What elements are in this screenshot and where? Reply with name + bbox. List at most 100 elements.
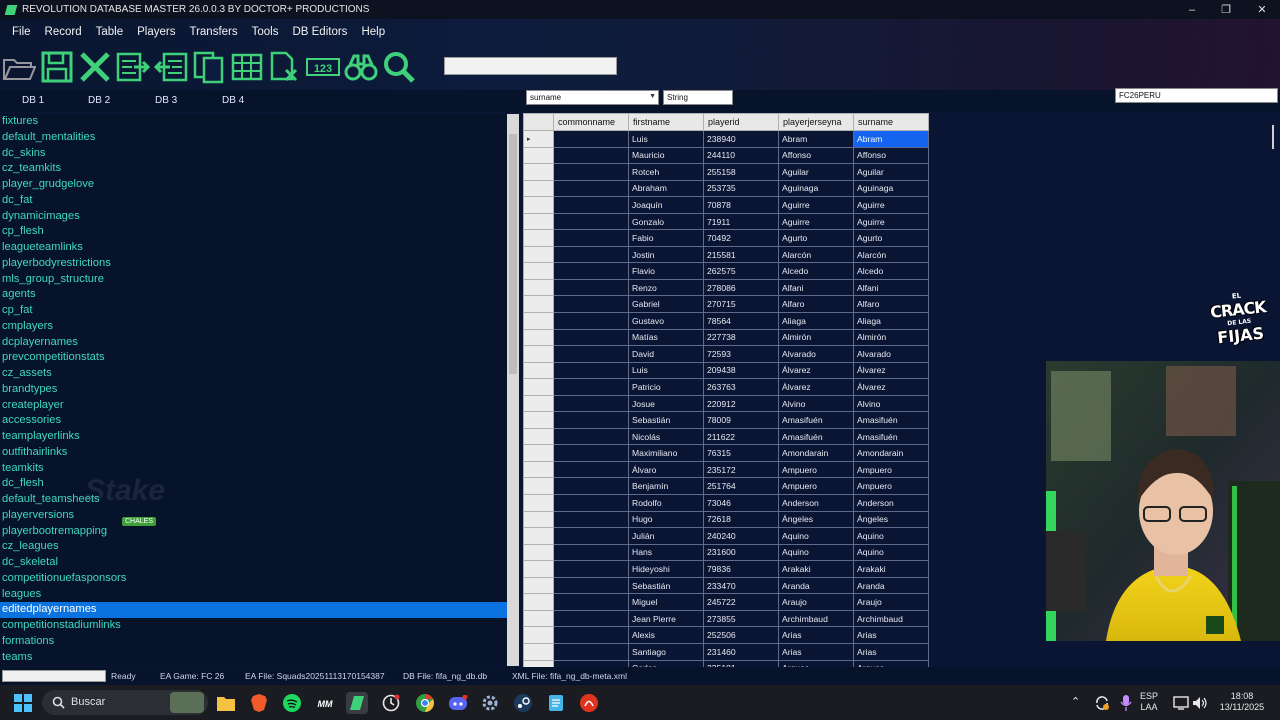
grid-cell-playerid[interactable]: 70492 xyxy=(703,229,779,247)
table-row[interactable]: Renzo 278086 Alfani Alfani xyxy=(523,278,929,297)
row-header[interactable] xyxy=(523,444,554,462)
grid-cell-commonname[interactable] xyxy=(553,460,629,479)
table-row[interactable]: Hugo 72618 Ángeles Ángeles xyxy=(523,510,929,529)
rdbm-app-icon[interactable] xyxy=(346,692,368,714)
table-row[interactable]: Fabio 70492 Agurto Agurto xyxy=(523,229,929,247)
grid-cell-playerjerseyna[interactable]: Aguilar xyxy=(778,163,854,181)
grid-cell-playerid[interactable]: 78564 xyxy=(703,312,779,330)
grid-cell-commonname[interactable] xyxy=(553,477,629,496)
menu-record[interactable]: Record xyxy=(38,26,89,38)
grid-cell-playerjerseyna[interactable]: Alcedo xyxy=(778,262,854,280)
table-list-item[interactable]: cz_leagues xyxy=(0,539,507,555)
grid-cell-surname[interactable]: Amasifuén xyxy=(853,411,929,429)
table-list-item[interactable]: prevcompetitionstats xyxy=(0,350,507,366)
row-header[interactable] xyxy=(523,328,554,347)
grid-cell-playerjerseyna[interactable]: Arias xyxy=(778,642,854,661)
table-row[interactable]: Flavio 262575 Alcedo Alcedo xyxy=(523,262,929,280)
menu-table[interactable]: Table xyxy=(89,26,131,38)
grid-cell-firstname[interactable]: Nicolás xyxy=(628,427,704,446)
numbers-icon[interactable]: 123 xyxy=(304,47,342,87)
grid-cell-surname[interactable]: Aranda xyxy=(853,576,929,595)
grid-cell-playerid[interactable]: 76315 xyxy=(703,444,779,462)
discord-icon[interactable] xyxy=(447,692,469,714)
grid-cell-playerjerseyna[interactable]: Abram xyxy=(778,130,854,148)
grid-cell-surname[interactable]: Ampuero xyxy=(853,460,929,479)
grid-cell-surname[interactable]: Arques xyxy=(853,659,929,667)
row-header[interactable] xyxy=(523,543,554,562)
table-row[interactable]: Matías 227738 Almirón Almirón xyxy=(523,328,929,347)
row-header[interactable] xyxy=(523,510,554,529)
grid-cell-playerjerseyna[interactable]: Aguinaga xyxy=(778,179,854,198)
grid-cell-firstname[interactable]: Joaquín xyxy=(628,196,704,214)
table-list-item[interactable]: dc_skins xyxy=(0,146,507,162)
timer-app-icon[interactable] xyxy=(380,692,402,714)
grid-cell-playerid[interactable]: 78009 xyxy=(703,411,779,429)
grid-cell-playerjerseyna[interactable]: Arias xyxy=(778,626,854,644)
grid-cell-playerjerseyna[interactable]: Alfaro xyxy=(778,295,854,314)
tray-language[interactable]: ESP LAA xyxy=(1140,691,1158,713)
grid-cell-firstname[interactable]: Carlos xyxy=(628,659,704,667)
grid-cell-firstname[interactable]: Julián xyxy=(628,527,704,545)
table-row[interactable]: Sebastián 233470 Aranda Aranda xyxy=(523,576,929,595)
grid-cell-firstname[interactable]: Jostin xyxy=(628,245,704,264)
grid-cell-commonname[interactable] xyxy=(553,444,629,462)
grid-cell-commonname[interactable] xyxy=(553,278,629,297)
tray-clock[interactable]: 18:08 13/11/2025 xyxy=(1212,691,1272,713)
row-header[interactable] xyxy=(523,278,554,297)
grid-cell-playerjerseyna[interactable]: Aranda xyxy=(778,576,854,595)
grid-cell-commonname[interactable] xyxy=(553,659,629,667)
menu-tools[interactable]: Tools xyxy=(245,26,286,38)
table-list-item[interactable]: dcplayernames xyxy=(0,335,507,351)
grid-cell-commonname[interactable] xyxy=(553,411,629,429)
grid-cell-firstname[interactable]: Fabio xyxy=(628,229,704,247)
grid-cell-surname[interactable]: Affonso xyxy=(853,146,929,165)
grid-cell-firstname[interactable]: Hans xyxy=(628,543,704,562)
table-list-item[interactable]: formations xyxy=(0,634,507,650)
grid-cell-surname[interactable]: Amondarain xyxy=(853,444,929,462)
table-list-item[interactable]: playerbootremapping xyxy=(0,524,507,540)
export-icon[interactable] xyxy=(114,47,152,87)
grid-cell-commonname[interactable] xyxy=(553,494,629,512)
grid-cell-playerid[interactable]: 220912 xyxy=(703,394,779,413)
column-header-firstname[interactable]: firstname xyxy=(628,113,704,131)
grid-cell-commonname[interactable] xyxy=(553,626,629,644)
grid-cell-surname[interactable]: Alvino xyxy=(853,394,929,413)
tray-volume-icon[interactable] xyxy=(1189,692,1211,714)
grid-cell-firstname[interactable]: Josue xyxy=(628,394,704,413)
grid-cell-commonname[interactable] xyxy=(553,196,629,214)
grid-cell-firstname[interactable]: Maximiliano xyxy=(628,444,704,462)
table-list-item[interactable]: createplayer xyxy=(0,398,507,414)
grid-cell-firstname[interactable]: Sebastián xyxy=(628,411,704,429)
table-list-item[interactable]: player_grudgelove xyxy=(0,177,507,193)
table-list-item[interactable]: outfithairlinks xyxy=(0,445,507,461)
table-row[interactable]: Gustavo 78564 Aliaga Aliaga xyxy=(523,312,929,330)
grid-cell-surname[interactable]: Aguirre xyxy=(853,196,929,214)
table-list-item[interactable]: teamkits xyxy=(0,461,507,477)
table-list-item[interactable]: playerbodyrestrictions xyxy=(0,256,507,272)
grid-cell-playerid[interactable]: 79836 xyxy=(703,560,779,578)
table-list-item[interactable]: default_mentalities xyxy=(0,130,507,146)
grid-cell-surname[interactable]: Arias xyxy=(853,626,929,644)
grid-cell-playerjerseyna[interactable]: Amasifuén xyxy=(778,411,854,429)
row-header[interactable] xyxy=(523,212,554,231)
table-row[interactable]: Gonzalo 71911 Aguirre Aguirre xyxy=(523,212,929,231)
grid-cell-commonname[interactable] xyxy=(553,609,629,628)
grid-cell-playerid[interactable]: 235172 xyxy=(703,460,779,479)
table-list-item[interactable]: cz_assets xyxy=(0,366,507,382)
row-header[interactable] xyxy=(523,378,554,396)
grid-cell-playerjerseyna[interactable]: Arakaki xyxy=(778,560,854,578)
grid-cell-commonname[interactable] xyxy=(553,378,629,396)
grid-cell-playerid[interactable]: 231460 xyxy=(703,642,779,661)
row-header[interactable] xyxy=(523,229,554,247)
grid-cell-surname[interactable]: Arias xyxy=(853,642,929,661)
menu-help[interactable]: Help xyxy=(354,26,392,38)
table-list-item[interactable]: accessories xyxy=(0,413,507,429)
table-row[interactable]: Rodolfo 73046 Anderson Anderson xyxy=(523,494,929,512)
grid-cell-firstname[interactable]: David xyxy=(628,345,704,363)
grid-cell-commonname[interactable] xyxy=(553,295,629,314)
grid-cell-playerid[interactable]: 255158 xyxy=(703,163,779,181)
row-header[interactable] xyxy=(523,411,554,429)
table-list-item[interactable]: dynamicimages xyxy=(0,209,507,225)
grid-cell-surname[interactable]: Alvarado xyxy=(853,345,929,363)
menu-players[interactable]: Players xyxy=(130,26,182,38)
